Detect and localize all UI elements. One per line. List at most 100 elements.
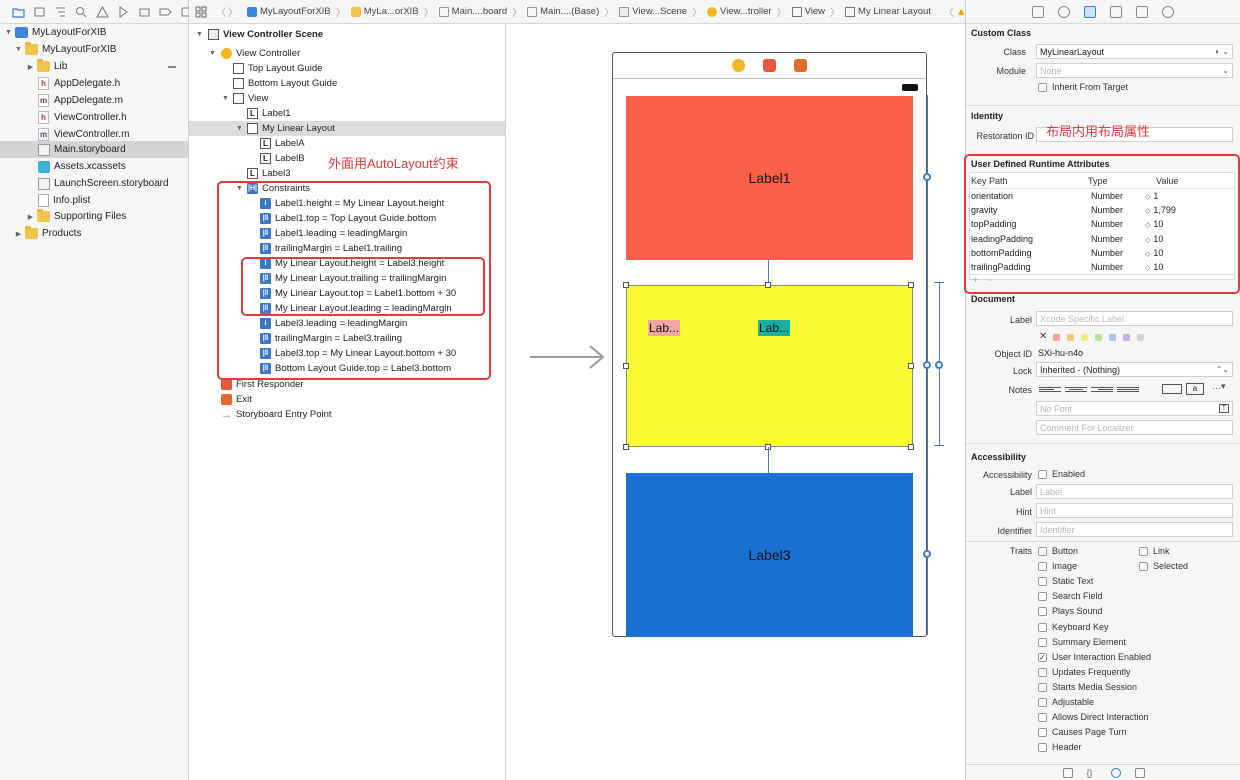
resize-handle[interactable] <box>908 282 914 288</box>
code-snippet-icon[interactable]: {} <box>1087 768 1097 778</box>
view-controller-icon[interactable] <box>732 59 745 72</box>
jump-item-scene[interactable]: View...Scene <box>616 6 690 17</box>
udra-value-cell[interactable]: ◇ 10 <box>1145 219 1163 229</box>
resize-handle[interactable] <box>623 444 629 450</box>
disclosure-closed-icon[interactable]: ▶ <box>26 62 35 71</box>
udra-type-cell[interactable]: Number <box>1091 219 1123 229</box>
object-library-icon[interactable] <box>1110 767 1121 778</box>
source-control-icon[interactable] <box>33 6 46 18</box>
chevron-updown-icon[interactable]: ⌃⌄ <box>1216 365 1229 374</box>
stepper-icon[interactable]: ◇ <box>1145 237 1150 244</box>
resize-handle[interactable] <box>623 363 629 369</box>
udra-value-cell[interactable]: ◇ 1,799 <box>1145 205 1176 215</box>
outline-labelA[interactable]: L LabelA <box>189 136 505 151</box>
hierarchy-icon[interactable] <box>54 6 67 18</box>
disclosure-open-icon[interactable]: ▼ <box>14 45 23 54</box>
accessibility-enabled-checkbox[interactable] <box>1038 470 1047 479</box>
outline-constraint[interactable]: |‖ Label3.top = My Linear Layout.bottom +… <box>189 346 505 361</box>
outline-constraint[interactable]: |‖ Label1.top = Top Layout Guide.bottom <box>189 211 505 226</box>
udra-value-cell[interactable]: ◇ 1 <box>1145 191 1158 201</box>
outline-bottom-layout-guide[interactable]: Bottom Layout Guide <box>189 76 505 91</box>
file-inspector-icon[interactable] <box>1032 5 1044 18</box>
justify-icon[interactable] <box>1117 384 1139 395</box>
trait-checkbox[interactable] <box>1038 562 1047 572</box>
udra-keypath-cell[interactable]: bottomPadding <box>971 248 1032 258</box>
class-field[interactable]: MyLinearLayout ◐ ⌄ <box>1036 44 1233 59</box>
color-swatch-gray[interactable] <box>1137 334 1144 341</box>
trait-checkbox[interactable] <box>1139 562 1148 572</box>
attachment-icon[interactable]: a <box>1186 383 1204 395</box>
disclosure-open-icon[interactable]: ▼ <box>221 94 230 103</box>
outline-top-layout-guide[interactable]: Top Layout Guide <box>189 61 505 76</box>
udra-type-cell[interactable]: Number <box>1091 248 1123 258</box>
tree-item-launchscreen[interactable]: LaunchScreen.storyboard <box>0 175 188 192</box>
storyboard-canvas[interactable]: Label1 Lab... Lab... Label3 <box>506 24 965 780</box>
lock-select[interactable]: Inherited - (Nothing) ⌃⌄ <box>1036 362 1233 377</box>
jump-item-view[interactable]: View <box>789 6 828 17</box>
trait-checkbox[interactable] <box>1038 698 1047 707</box>
disclosure-open-icon[interactable]: ▼ <box>235 184 244 193</box>
align-right-icon[interactable] <box>1091 384 1113 395</box>
jump-item-linear-layout[interactable]: My Linear Layout <box>842 6 934 17</box>
udra-keypath-cell[interactable]: leadingPadding <box>971 234 1033 244</box>
trait-checkbox[interactable] <box>1038 622 1047 632</box>
trait-checkbox[interactable]: ✓ <box>1038 652 1047 662</box>
trait-checkbox[interactable] <box>1038 667 1047 677</box>
udra-type-cell[interactable]: Number <box>1091 234 1123 244</box>
outline-first-responder[interactable]: First Responder <box>189 377 505 392</box>
related-items-icon[interactable] <box>195 6 208 18</box>
a11y-identifier-field[interactable]: Identifier <box>1036 522 1233 537</box>
constraint-handle-icon[interactable] <box>923 361 931 369</box>
outline-constraint[interactable]: I Label3.leading = leadingMargin <box>189 316 505 331</box>
outline-entry-point[interactable]: → Storyboard Entry Point <box>189 407 505 422</box>
disclosure-closed-icon[interactable]: ▶ <box>14 229 23 238</box>
breakpoint-icon[interactable] <box>159 6 172 18</box>
constraint-handle-icon[interactable] <box>923 173 931 181</box>
help-icon[interactable] <box>1058 5 1070 18</box>
a11y-label-field[interactable]: Label <box>1036 484 1233 499</box>
jump-item-storyboard[interactable]: Main....board <box>436 6 510 17</box>
label3-view[interactable]: Label3 <box>626 473 913 637</box>
disclosure-open-icon[interactable]: ▼ <box>195 30 204 39</box>
outline-constraint[interactable]: I My Linear Layout.height = Label3.height <box>189 256 505 271</box>
add-attribute-button[interactable]: + <box>973 275 978 285</box>
resize-handle[interactable] <box>765 282 771 288</box>
attributes-icon[interactable] <box>1110 5 1122 18</box>
first-responder-icon[interactable] <box>763 59 776 72</box>
text-box-icon[interactable] <box>1162 384 1182 394</box>
udra-type-cell[interactable]: Number <box>1091 205 1123 215</box>
trait-checkbox[interactable] <box>1038 682 1047 692</box>
jump-item-project[interactable]: MyLayoutForXIB <box>244 6 334 17</box>
color-swatch-orange[interactable] <box>1067 334 1074 341</box>
collapse-icon[interactable] <box>168 66 176 68</box>
stepper-icon[interactable]: ◇ <box>1145 265 1150 272</box>
labelB-view[interactable]: Lab... <box>758 320 791 336</box>
align-left-icon[interactable] <box>1039 384 1061 395</box>
tree-item-info-plist[interactable]: Info.plist <box>0 192 188 209</box>
constraint-handle-icon[interactable] <box>923 550 931 558</box>
linear-layout-view[interactable]: Lab... Lab... <box>626 285 913 447</box>
udra-value-cell[interactable]: ◇ 10 <box>1145 248 1163 258</box>
identity-inspector-icon[interactable] <box>1084 5 1096 18</box>
tree-item-appdelegate-h[interactable]: h AppDelegate.h <box>0 75 188 92</box>
a11y-hint-field[interactable]: Hint <box>1036 503 1233 518</box>
jump-item-base[interactable]: Main....(Base) <box>524 6 602 17</box>
media-library-icon[interactable] <box>1134 767 1145 778</box>
trait-checkbox[interactable] <box>1038 637 1047 647</box>
tree-item-group[interactable]: ▼ MyLayoutForXIB <box>0 41 188 58</box>
comment-field[interactable]: Comment For Localizer <box>1036 420 1233 435</box>
disclosure-open-icon[interactable]: ▼ <box>208 49 217 58</box>
tree-item-appdelegate-m[interactable]: m AppDelegate.m <box>0 92 188 109</box>
stepper-icon[interactable]: ◇ <box>1145 194 1150 201</box>
tree-item-viewcontroller-h[interactable]: h ViewController.h <box>0 109 188 126</box>
remove-attribute-button[interactable]: − <box>988 275 993 285</box>
more-options-icon[interactable]: …▾ <box>1212 381 1226 392</box>
outline-constraint[interactable]: I Label1.height = My Linear Layout.height <box>189 196 505 211</box>
jump-item-group[interactable]: MyLa...orXIB <box>348 6 422 17</box>
outline-constraint[interactable]: |‖ Bottom Layout Guide.top = Label3.botto… <box>189 361 505 376</box>
outline-linear-layout[interactable]: ▼ My Linear Layout <box>189 121 505 136</box>
trait-checkbox[interactable] <box>1038 547 1047 556</box>
stepper-icon[interactable]: ◇ <box>1145 251 1150 258</box>
font-picker-icon[interactable]: T <box>1218 404 1229 413</box>
tree-item-project[interactable]: ▼ MyLayoutForXIB <box>0 24 188 41</box>
